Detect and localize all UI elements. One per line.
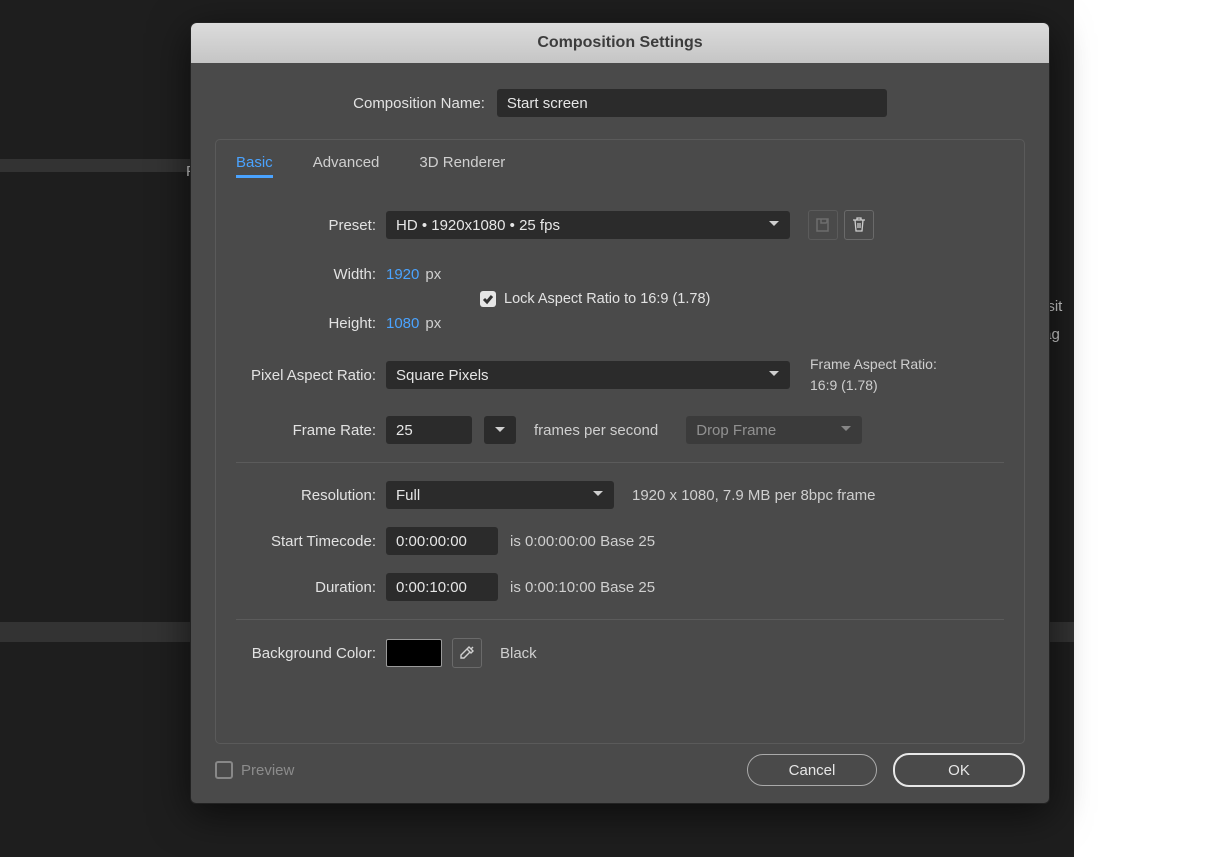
bg-strip [0,159,200,172]
height-value[interactable]: 1080 [386,315,419,332]
bgcolor-name: Black [500,645,537,662]
eyedropper-button[interactable] [452,638,482,668]
framerate-label: Frame Rate: [236,422,386,439]
framerate-input[interactable] [386,416,472,444]
resolution-label: Resolution: [236,487,386,504]
start-timecode-input[interactable] [386,527,498,555]
frame-aspect-value: 16:9 (1.78) [810,375,937,396]
ok-button[interactable]: OK [893,753,1025,787]
composition-settings-dialog: Composition Settings Composition Name: B… [190,22,1050,804]
chevron-down-icon [592,487,604,504]
chevron-down-icon [840,422,852,439]
dropframe-value: Drop Frame [696,422,776,439]
composition-name-input[interactable] [497,89,887,117]
height-label: Height: [236,315,386,332]
width-label: Width: [236,266,386,283]
preset-select[interactable]: HD • 1920x1080 • 25 fps [386,211,790,239]
duration-label: Duration: [236,579,386,596]
tab-advanced[interactable]: Advanced [313,154,380,178]
tab-3d-renderer[interactable]: 3D Renderer [419,154,505,178]
divider [236,619,1004,620]
resolution-select[interactable]: Full [386,481,614,509]
start-timecode-info: is 0:00:00:00 Base 25 [510,533,655,550]
frame-aspect-label: Frame Aspect Ratio: [810,354,937,375]
start-timecode-label: Start Timecode: [236,533,386,550]
bgcolor-label: Background Color: [236,645,386,662]
resolution-value: Full [396,487,420,504]
resolution-info: 1920 x 1080, 7.9 MB per 8bpc frame [632,487,875,504]
duration-info: is 0:00:10:00 Base 25 [510,579,655,596]
chevron-down-icon [768,367,780,384]
preview-checkbox[interactable] [215,761,233,779]
par-label: Pixel Aspect Ratio: [236,367,386,384]
par-select[interactable]: Square Pixels [386,361,790,389]
preset-value: HD • 1920x1080 • 25 fps [396,217,560,234]
divider [236,462,1004,463]
framerate-suffix: frames per second [534,422,658,439]
delete-preset-button[interactable] [844,210,874,240]
save-preset-button[interactable] [808,210,838,240]
composition-name-label: Composition Name: [353,95,485,112]
duration-input[interactable] [386,573,498,601]
settings-panel: Basic Advanced 3D Renderer Preset: HD • … [215,139,1025,744]
width-value[interactable]: 1920 [386,266,419,283]
cancel-button[interactable]: Cancel [747,754,877,786]
dialog-title: Composition Settings [191,23,1049,63]
chevron-down-icon [768,217,780,234]
par-value: Square Pixels [396,367,489,384]
bgcolor-swatch[interactable] [386,639,442,667]
framerate-dropdown[interactable] [484,416,516,444]
height-unit: px [425,315,441,332]
width-unit: px [425,266,441,283]
tabs: Basic Advanced 3D Renderer [236,140,1004,188]
lock-aspect-checkbox[interactable] [480,291,496,307]
dropframe-select: Drop Frame [686,416,862,444]
preview-label: Preview [241,762,294,779]
tab-basic[interactable]: Basic [236,154,273,178]
lock-aspect-label: Lock Aspect Ratio to 16:9 (1.78) [504,291,710,307]
preset-label: Preset: [236,217,386,234]
